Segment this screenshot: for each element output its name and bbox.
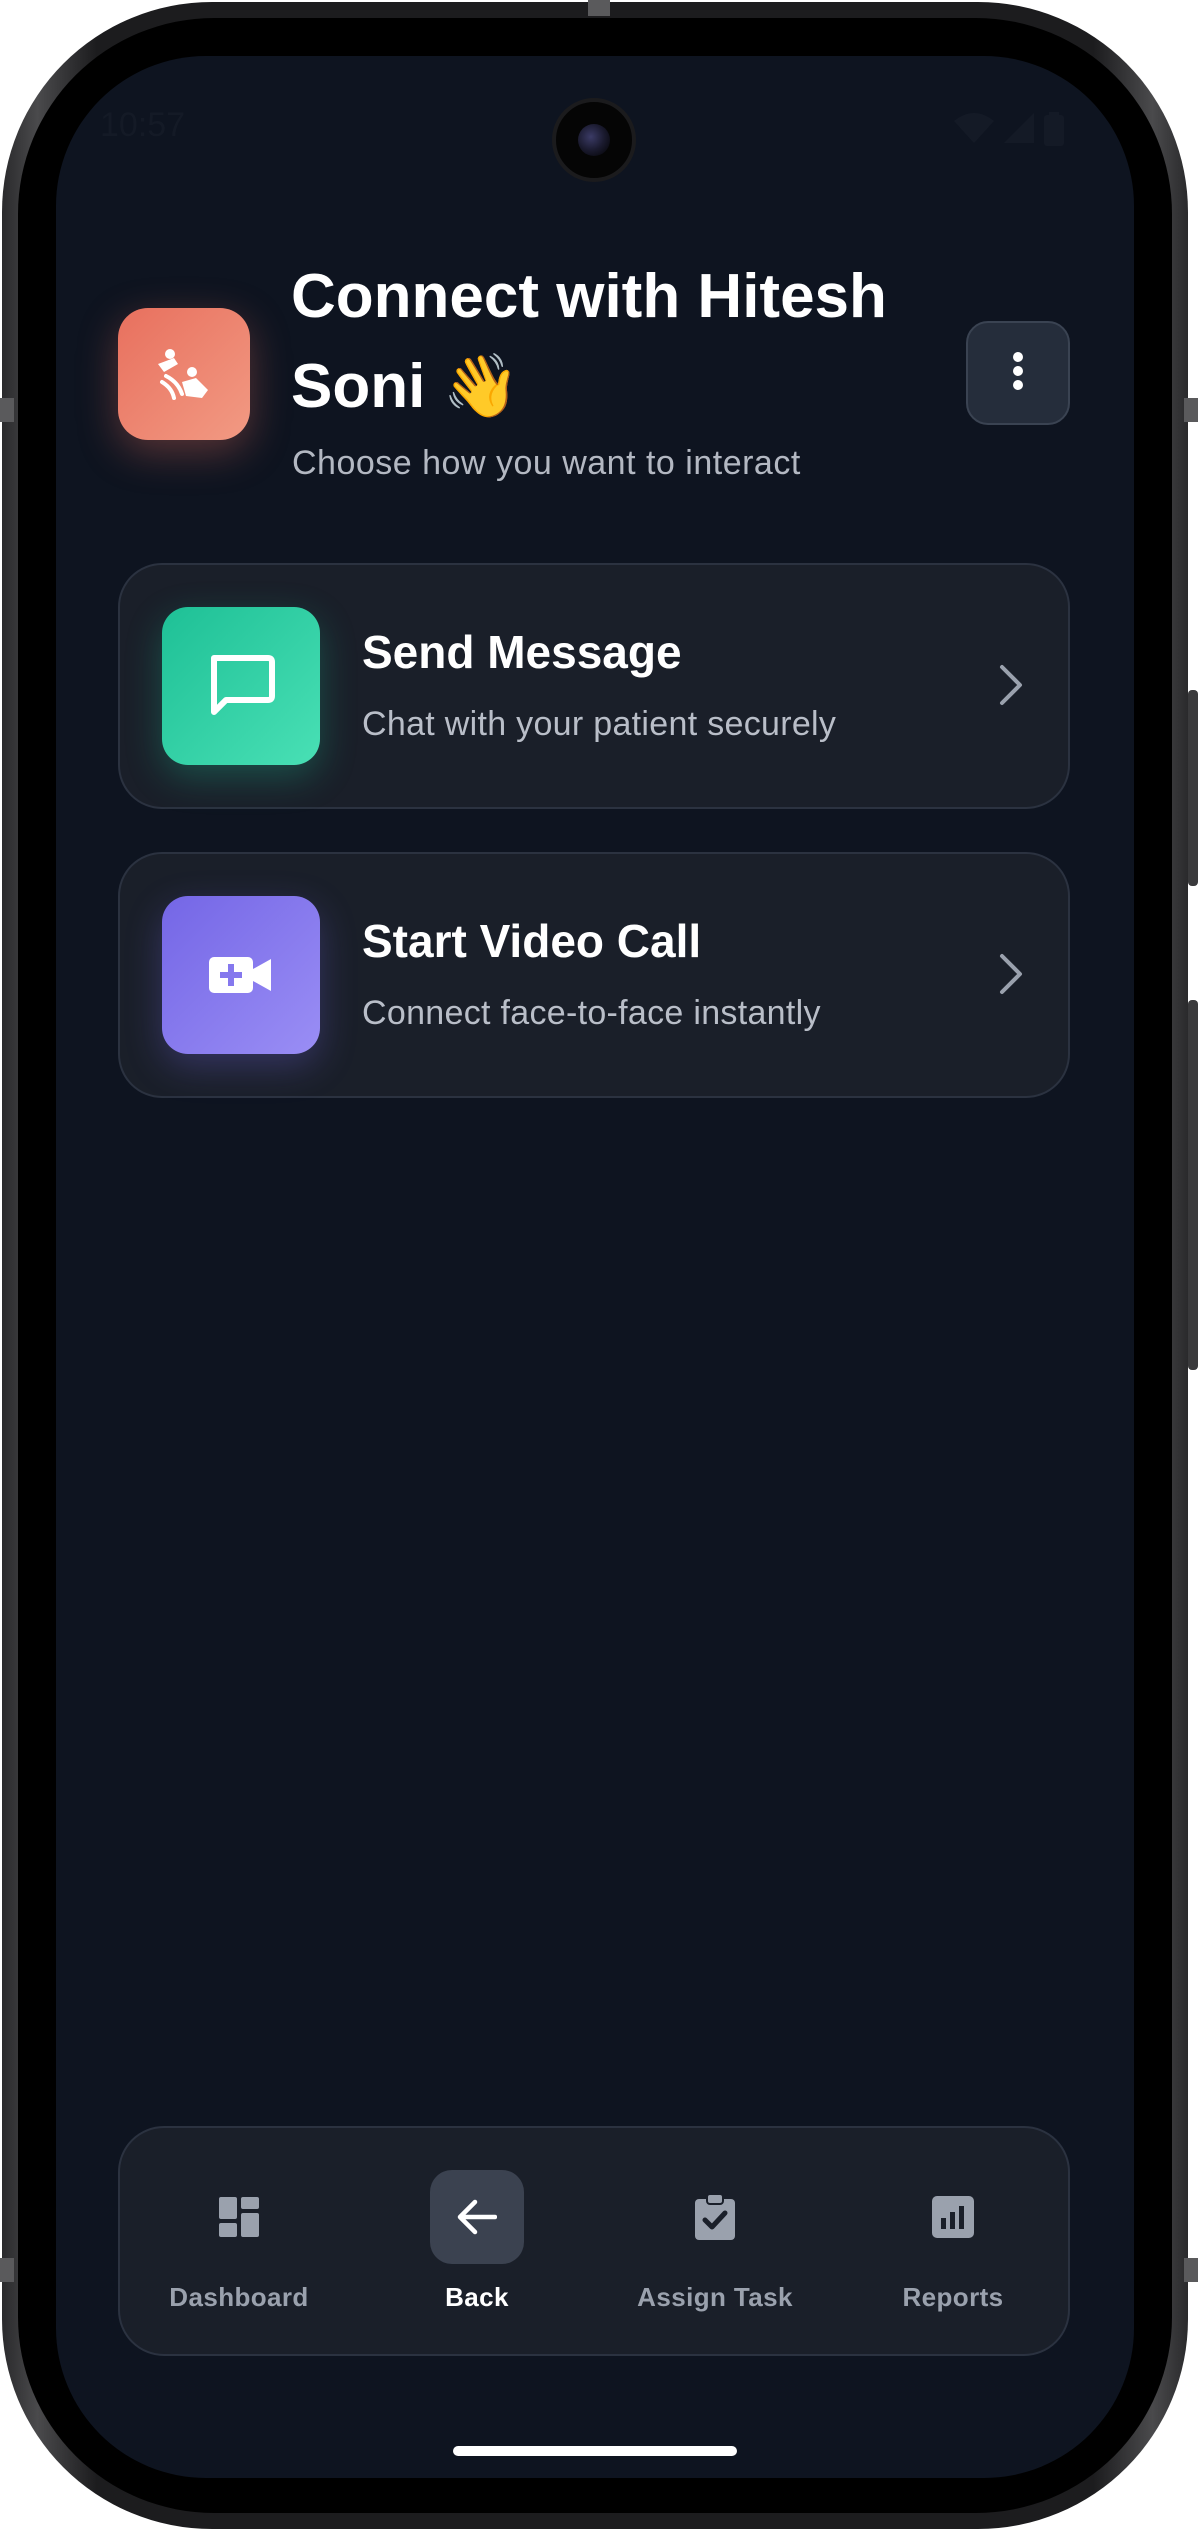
nav-label-dashboard: Dashboard: [169, 2282, 309, 2312]
page-title: Connect with Hitesh Soni 👋: [291, 262, 887, 421]
page-subtitle: Choose how you want to interact: [292, 444, 801, 482]
phone-device: 10:57 Connect with Hitesh Soni 👋 Choose …: [0, 0, 1198, 2531]
chevron-right-icon: [998, 663, 1024, 712]
power-button: [1188, 1000, 1198, 1370]
nav-label-reports: Reports: [902, 2282, 1004, 2312]
send-message-title: Send Message: [362, 626, 682, 678]
start-video-call-description: Connect face-to-face instantly: [362, 994, 821, 1032]
more-options-button[interactable]: [966, 321, 1070, 425]
wifi-icon: [954, 113, 994, 145]
start-video-call-card[interactable]: Start Video Call Connect face-to-face in…: [118, 852, 1070, 1098]
nav-item-dashboard[interactable]: Dashboard: [120, 2128, 358, 2358]
send-message-description: Chat with your patient securely: [362, 705, 837, 743]
nav-item-assign-task[interactable]: Assign Task: [596, 2128, 834, 2358]
status-bar: 10:57: [56, 56, 1134, 206]
bar-chart-icon: [906, 2170, 1000, 2264]
battery-icon: [1044, 112, 1064, 146]
start-video-call-title: Start Video Call: [362, 915, 702, 967]
more-vertical-icon: [1012, 351, 1024, 396]
clipboard-check-icon: [668, 2170, 762, 2264]
dashboard-icon: [192, 2170, 286, 2264]
nav-item-back[interactable]: Back: [358, 2128, 596, 2358]
nav-label-back: Back: [445, 2282, 509, 2312]
nav-label-assign-task: Assign Task: [637, 2282, 793, 2312]
chat-bubble-icon: [162, 607, 320, 765]
status-time: 10:57: [100, 106, 186, 144]
status-icons: [954, 112, 1064, 146]
volume-button: [1188, 690, 1198, 886]
nav-item-reports[interactable]: Reports: [834, 2128, 1072, 2358]
hands-waving-icon: [118, 308, 250, 440]
chevron-right-icon: [998, 952, 1024, 1001]
home-indicator[interactable]: [453, 2446, 737, 2456]
signal-icon: [1004, 113, 1034, 145]
front-camera: [552, 98, 636, 182]
app-screen: 10:57 Connect with Hitesh Soni 👋 Choose …: [56, 56, 1134, 2478]
bottom-navigation: Dashboard Back Assign Task Reports: [118, 2126, 1070, 2356]
video-call-add-icon: [162, 896, 320, 1054]
send-message-card[interactable]: Send Message Chat with your patient secu…: [118, 563, 1070, 809]
arrow-back-icon: [430, 2170, 524, 2264]
